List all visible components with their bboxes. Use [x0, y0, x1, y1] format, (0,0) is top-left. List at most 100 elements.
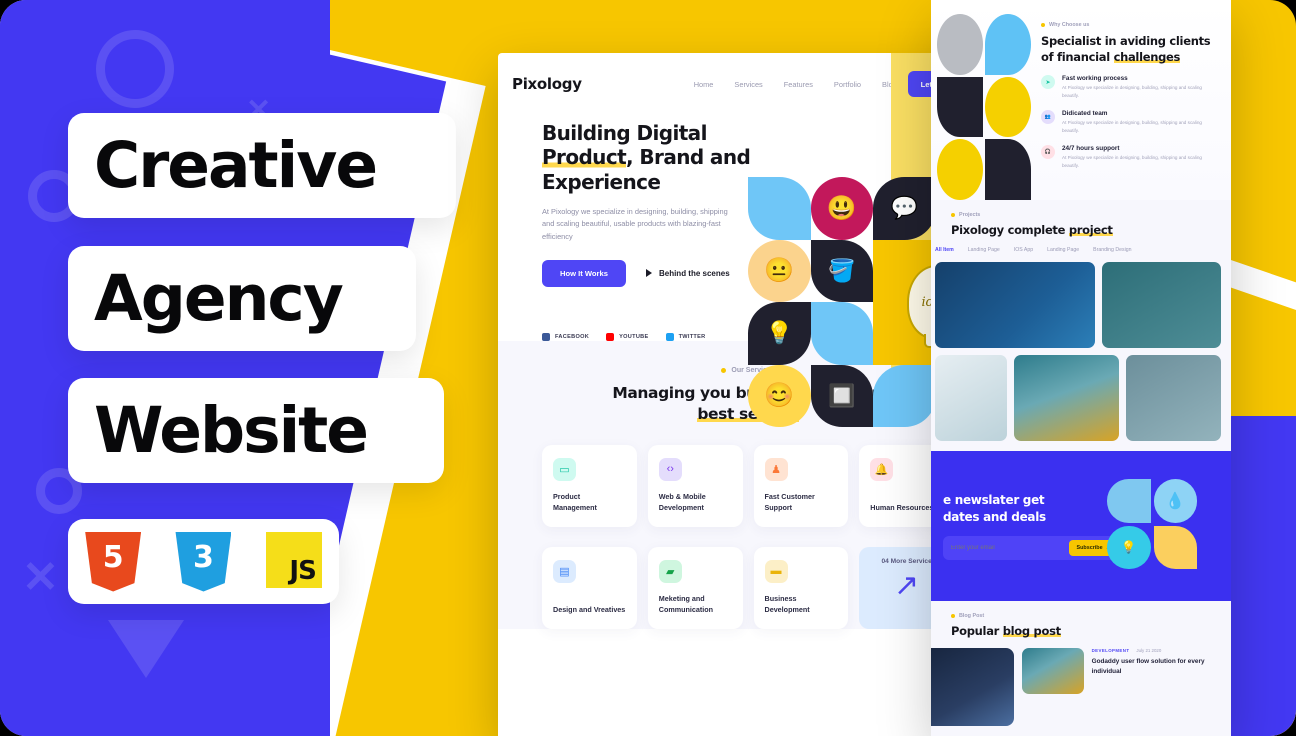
social-link-twitter[interactable]: TWITTER	[665, 332, 706, 341]
project-thumbnail[interactable]	[1125, 355, 1221, 441]
collage-shape	[1107, 479, 1151, 523]
hero-title: Building Digital Product, Brand and Expe…	[542, 121, 751, 194]
service-card[interactable]: ▰ Meketing and Communication	[647, 546, 743, 629]
services-grid-row2: ▤ Design and Vreatives ▰ Meketing and Co…	[542, 546, 954, 629]
team-icon: 👥	[1041, 110, 1055, 125]
rocket-icon: ➤	[1041, 75, 1055, 90]
projects-grid-row1	[931, 262, 1231, 348]
blog-thumbnail[interactable]	[1021, 648, 1084, 694]
projects-heading: Pixology complete project	[951, 223, 1113, 237]
project-thumbnail[interactable]	[935, 355, 1007, 441]
service-card[interactable]: ▭ Product Management	[542, 444, 637, 527]
feature-title: Fast working process	[1062, 75, 1128, 83]
service-card[interactable]: ▬ Business Development	[753, 546, 849, 629]
social-link-facebook[interactable]: FACEBOOK	[542, 332, 589, 341]
service-card-title: Web & Mobile Development	[658, 492, 706, 512]
poster-canvas: ✕ ✕ Creative Agency Website 5 3 JS Pixol…	[0, 0, 1296, 736]
collage-shape	[985, 76, 1031, 138]
collage-portrait: 😐	[748, 239, 811, 302]
service-card[interactable]: ♟ Fast Customer Support	[753, 444, 849, 527]
feature-desc: At Pixology we specialize in designing, …	[1062, 155, 1202, 169]
project-tab-all[interactable]: All Item	[935, 247, 954, 253]
blog-list: DEVELOPMENT July 21 2020 Godaddy user fl…	[931, 648, 1231, 726]
nav-item-portfolio[interactable]: Portfolio	[834, 80, 861, 89]
feature-desc: At Pixology we specialize in designing, …	[1062, 85, 1202, 99]
collage-shape: 💧	[1153, 479, 1197, 523]
collage-shape	[873, 364, 936, 427]
hero-paragraph: At Pixology we specialize in designing, …	[542, 207, 728, 241]
collage-icon-tile: 💬	[873, 177, 936, 240]
social-link-youtube[interactable]: YOUTUBE	[606, 332, 648, 341]
chat-icon: ▭	[553, 457, 576, 481]
newsletter-collage: 💧 💡	[1107, 479, 1197, 569]
main-navigation: Home Services Features Portfolio Blog	[694, 80, 897, 89]
newsletter-email-input[interactable]	[951, 544, 1069, 551]
project-thumbnail[interactable]	[1102, 262, 1221, 348]
newsletter-copy: e newslater get dates and deals Subscrib…	[943, 492, 1123, 560]
project-thumbnail[interactable]	[935, 262, 1096, 348]
nav-item-services[interactable]: Services	[734, 80, 762, 89]
portrait-avatar: 😊	[748, 364, 811, 427]
headline-card-agency: Agency	[68, 246, 416, 351]
doodle-triangle-icon	[108, 620, 184, 678]
brand-logo[interactable]: Pixology	[512, 75, 582, 93]
why-collage	[931, 14, 1031, 200]
blog-feature-image[interactable]	[931, 648, 1014, 726]
blog-category: DEVELOPMENT	[1091, 648, 1130, 653]
projects-grid-row2	[931, 355, 1231, 441]
collage-portrait: 😃	[810, 177, 873, 240]
subscribe-label: Subscribe	[1076, 544, 1103, 551]
collage-shape	[748, 177, 811, 240]
blog-post-item[interactable]: DEVELOPMENT July 21 2020 Godaddy user fl…	[1092, 648, 1231, 726]
youtube-icon	[606, 332, 615, 341]
headline-card-website: Website	[68, 378, 444, 483]
project-tab-landing-page[interactable]: Landing Page	[968, 247, 1000, 253]
project-tab-branding-design[interactable]: Branding Design	[1093, 247, 1131, 253]
collage-icon-tile: 🪣	[810, 239, 873, 302]
feature-title: Didicated team	[1062, 110, 1108, 118]
nav-item-home[interactable]: Home	[694, 80, 714, 89]
bulb-icon: 💡	[765, 320, 793, 346]
project-tab-landing-page-2[interactable]: Landing Page	[1047, 247, 1079, 253]
service-card[interactable]: ‹› Web & Mobile Development	[647, 444, 743, 527]
website-mockup: Pixology Home Services Features Portfoli…	[498, 53, 998, 736]
nav-item-features[interactable]: Features	[784, 80, 813, 89]
newsletter-heading: e newslater get dates and deals	[943, 493, 1046, 524]
collage-shape	[937, 139, 983, 200]
project-tab-ios-app[interactable]: IOS App	[1014, 247, 1033, 253]
service-card-title: Design and Vreatives	[553, 604, 626, 614]
project-thumbnail[interactable]	[1013, 355, 1119, 441]
collage-portrait: 😊	[748, 364, 811, 427]
collage-icon-tile: 🔲	[810, 364, 873, 427]
collage-shape	[810, 302, 873, 365]
blog-section: Blog Post Popular blog post DEVELOPMENT …	[931, 601, 1231, 736]
blog-eyebrow: Blog Post	[951, 613, 1231, 619]
hero-section: Building Digital Product, Brand and Expe…	[498, 115, 998, 427]
collage-photo	[937, 76, 983, 138]
squares-icon: 🔲	[828, 382, 856, 408]
dot-icon	[951, 614, 955, 618]
doodle-circle-icon	[96, 30, 174, 108]
feature-item: 🎧 24/7 hours support At Pixology we spec…	[1041, 145, 1219, 170]
collage-shape	[985, 14, 1031, 75]
service-card-title: Fast Customer Support	[764, 492, 815, 512]
service-card[interactable]: ▤ Design and Vreatives	[542, 546, 637, 629]
dot-icon	[721, 367, 727, 373]
feature-title: 24/7 hours support	[1062, 145, 1120, 153]
html5-icon: 5	[85, 531, 142, 592]
why-choose-us-section: Why Choose us Specialist in aviding clie…	[931, 0, 1231, 200]
facebook-icon	[542, 332, 550, 341]
bell-icon: 🔔	[870, 457, 894, 481]
how-it-works-button[interactable]: How It Works	[542, 259, 626, 287]
why-eyebrow: Why Choose us	[1041, 22, 1219, 28]
code-icon: ‹›	[658, 457, 682, 481]
projects-header: Projects Pixology complete project	[931, 212, 1231, 237]
briefcase-icon: ▬	[764, 559, 788, 583]
feature-item: 👥 Didicated team At Pixology we speciali…	[1041, 110, 1219, 135]
service-card-title: Product Management	[553, 492, 597, 512]
behind-the-scenes-button[interactable]: Behind the scenes	[645, 269, 730, 278]
blog-heading: Popular blog post	[951, 624, 1061, 638]
page-preview-panel: Why Choose us Specialist in aviding clie…	[931, 0, 1231, 736]
newsletter-section: e newslater get dates and deals Subscrib…	[931, 451, 1231, 601]
services-grid-row1: ▭ Product Management ‹› Web & Mobile Dev…	[542, 444, 954, 527]
